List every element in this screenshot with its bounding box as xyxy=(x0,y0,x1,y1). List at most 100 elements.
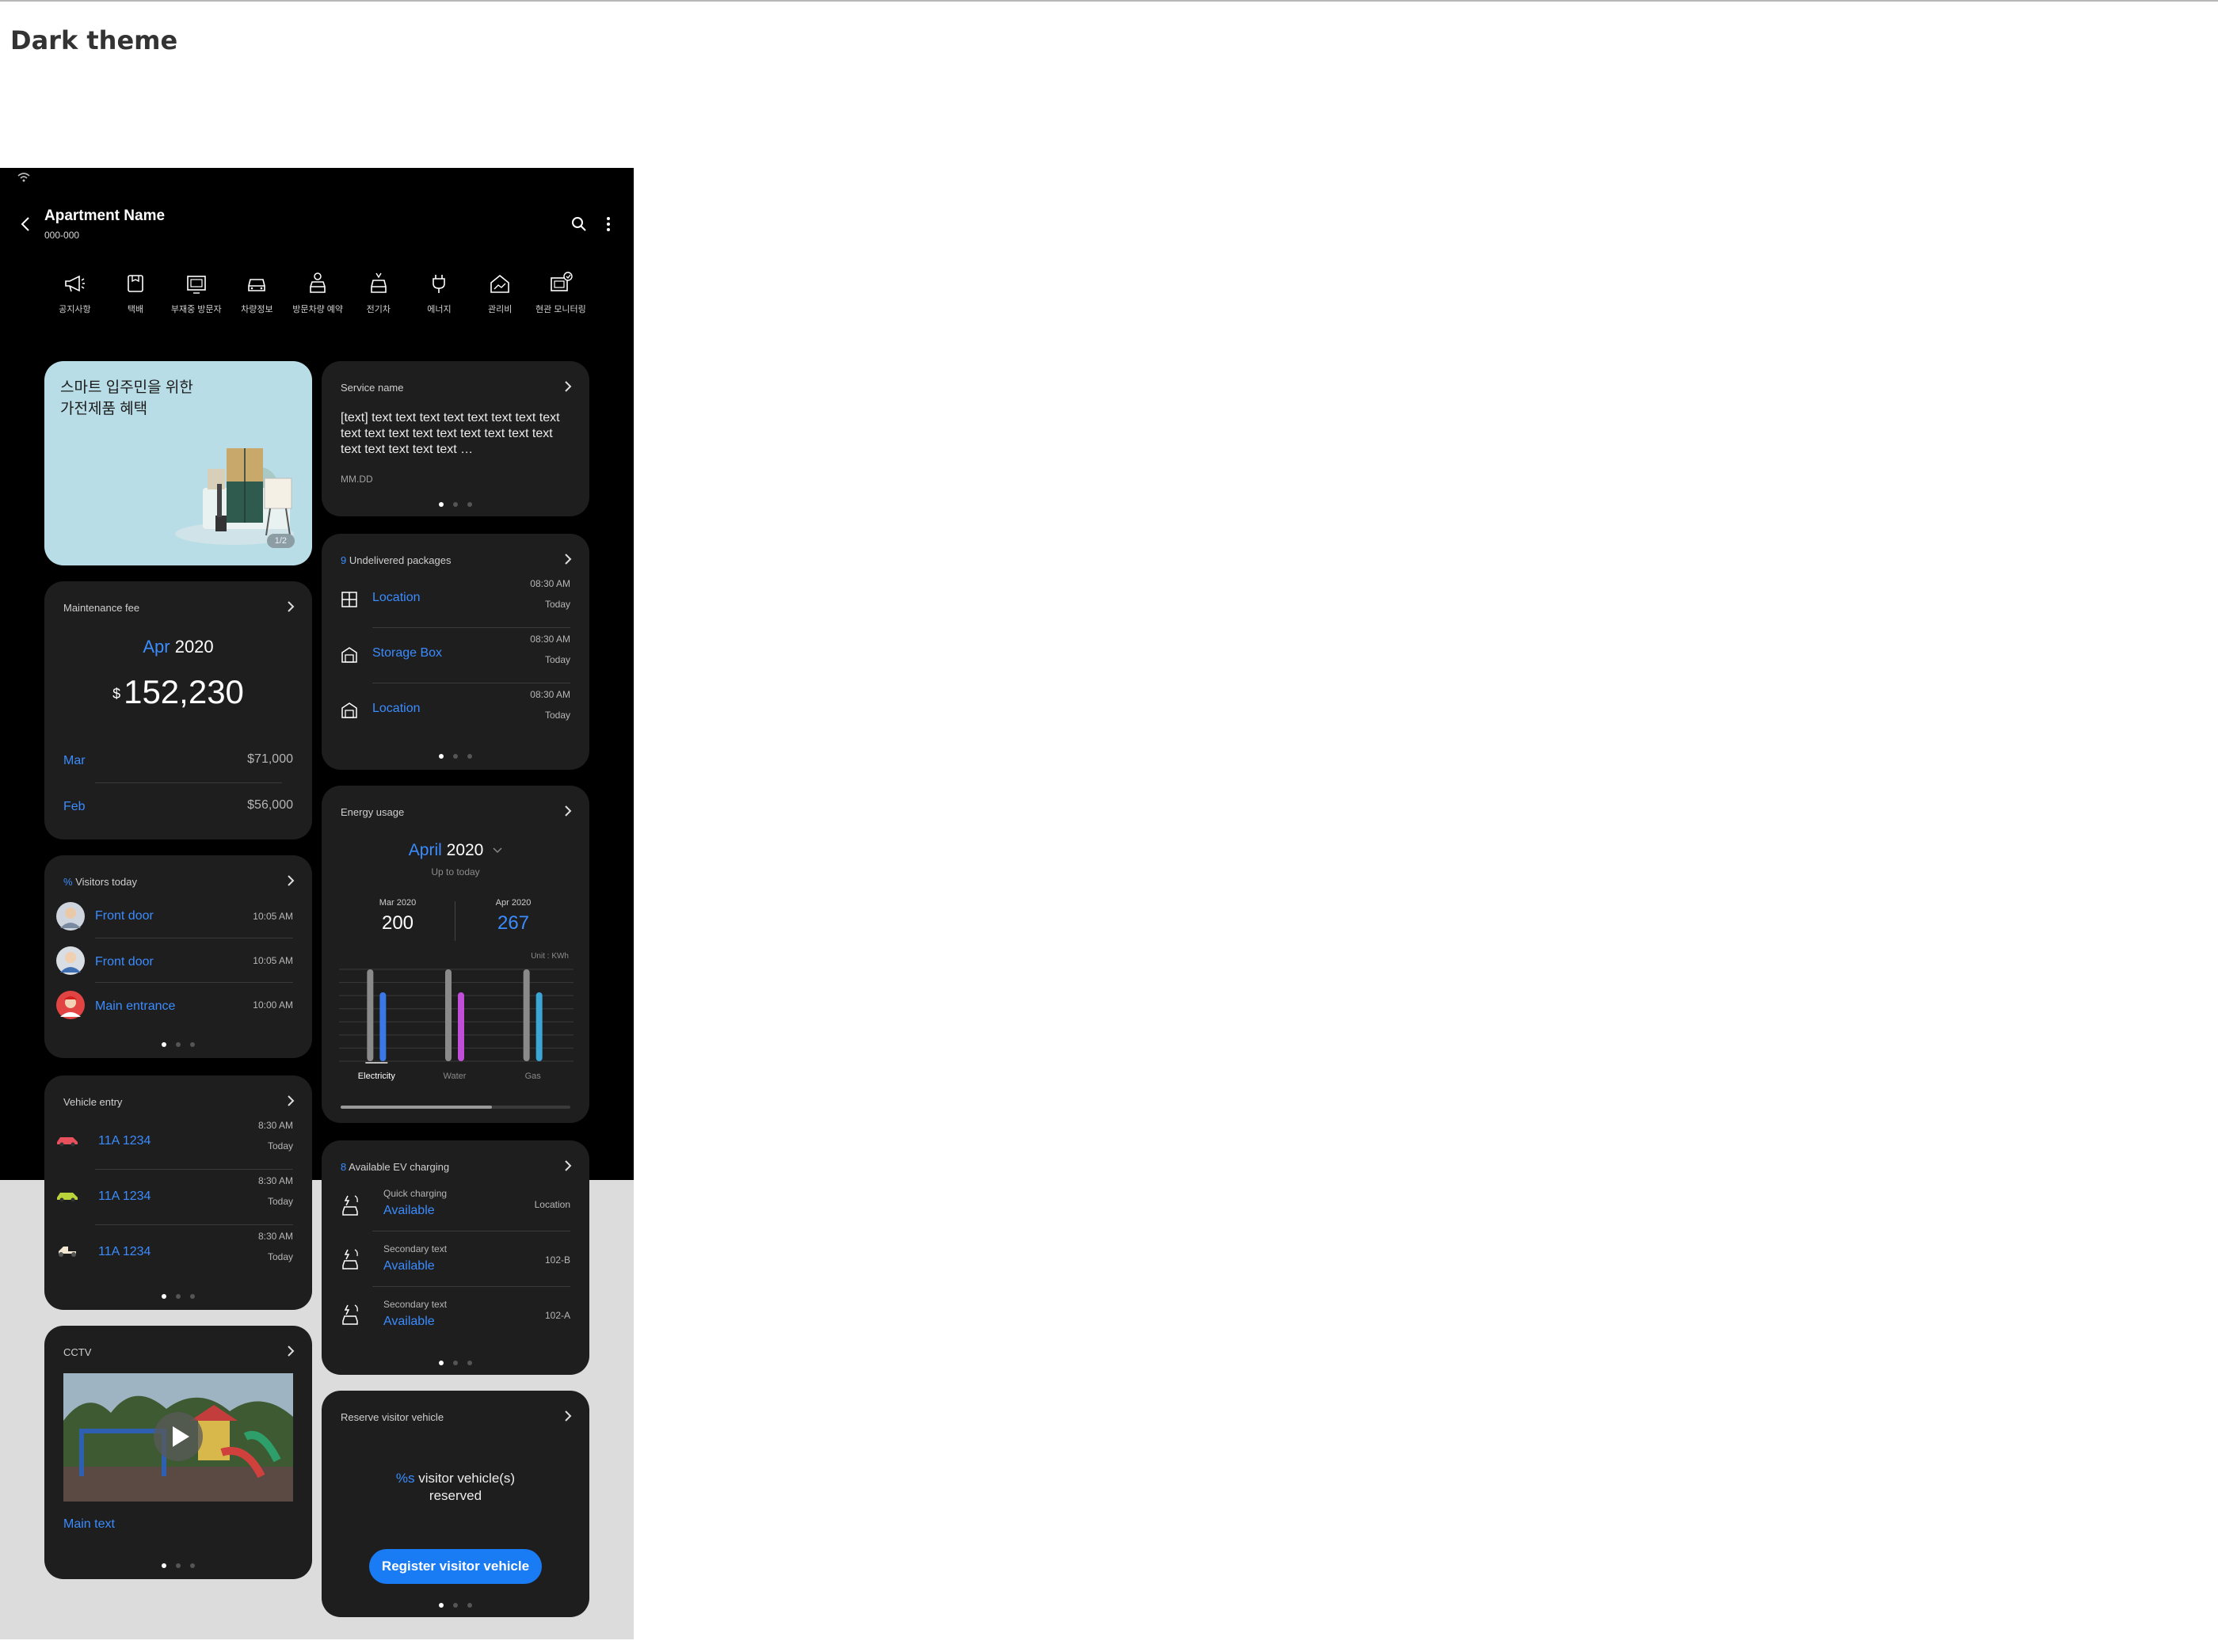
list-item[interactable]: 11A 1234 8:30 AM Today xyxy=(55,1170,301,1223)
divider xyxy=(95,1169,293,1170)
list-item[interactable]: Secondary text Available 102-B xyxy=(333,1234,578,1286)
quick-package[interactable]: 택배 xyxy=(105,271,166,326)
x-tick-label[interactable]: Gas xyxy=(525,1072,542,1081)
register-visitor-button[interactable]: Register visitor vehicle xyxy=(369,1549,542,1584)
car-icon xyxy=(57,1137,78,1147)
day: Today xyxy=(544,654,570,665)
time: 08:30 AM xyxy=(530,689,570,700)
energy-month-selector[interactable]: April 2020 xyxy=(322,841,589,860)
packages-card[interactable]: 9 Undelivered packages Location 08:30 AM… xyxy=(322,534,589,770)
package-location: Location xyxy=(372,702,421,715)
card-title: Reserve visitor vehicle xyxy=(341,1411,444,1423)
history-month: Feb xyxy=(63,800,86,813)
quick-missed-visitors[interactable]: 부재중 방문자 xyxy=(166,271,227,326)
bar-current-electricity xyxy=(379,992,387,1061)
chevron-right-icon xyxy=(565,381,572,392)
scooter-icon xyxy=(59,1247,76,1257)
cctv-card[interactable]: CCTV Main text xyxy=(44,1326,312,1579)
more-options-icon[interactable] xyxy=(605,215,612,233)
package-icon xyxy=(128,275,143,292)
vehicle-plate: 11A 1234 xyxy=(98,1245,151,1258)
energy-prev: Mar 2020 200 xyxy=(350,898,445,934)
list-item[interactable]: 11A 1234 8:30 AM Today xyxy=(55,1115,301,1167)
ev-charger-icon xyxy=(342,1304,358,1325)
ev-title: Available EV charging xyxy=(349,1161,450,1173)
time: 8:30 AM xyxy=(257,1231,293,1242)
quick-vehicle-info[interactable]: 차량정보 xyxy=(227,271,288,326)
prev-label: Mar 2020 xyxy=(379,898,417,908)
chart-scrollbar[interactable] xyxy=(341,1106,570,1109)
search-icon[interactable] xyxy=(570,215,588,233)
time: 08:30 AM xyxy=(530,578,570,589)
ev-car-icon xyxy=(370,272,387,293)
quick-notice[interactable]: 공지사항 xyxy=(44,271,105,326)
ev-status: Available xyxy=(383,1259,435,1273)
card-title: Vehicle entry xyxy=(63,1096,123,1108)
car-icon xyxy=(57,1193,78,1202)
avatar xyxy=(56,902,85,931)
back-icon[interactable] xyxy=(17,215,35,233)
quick-label: 에너지 xyxy=(427,305,452,314)
x-tick-label[interactable]: Electricity xyxy=(358,1072,396,1081)
quick-door-monitoring[interactable]: 현관 모니터링 xyxy=(531,271,592,326)
page-indicator xyxy=(322,754,589,759)
packages-title: Undelivered packages xyxy=(349,554,452,566)
history-amount: $71,000 xyxy=(247,752,293,766)
cur-label: Apr 2020 xyxy=(495,898,532,908)
list-item[interactable]: Front door 10:05 AM xyxy=(55,941,301,980)
energy-card[interactable]: Energy usage April 2020 Up to today Mar … xyxy=(322,786,589,1123)
service-card[interactable]: Service name [text] text text text text … xyxy=(322,361,589,516)
avatar xyxy=(56,946,85,975)
promo-text: 스마트 입주민을 위한 가전제품 혜택 xyxy=(60,377,193,420)
top-border xyxy=(0,0,2218,2)
promo-line-1: 스마트 입주민을 위한 xyxy=(60,379,193,396)
ev-primary: Secondary text xyxy=(383,1299,448,1310)
chart-scrollbar-thumb[interactable] xyxy=(341,1106,493,1109)
bar-previous-gas xyxy=(523,969,530,1061)
play-icon[interactable] xyxy=(153,1411,204,1462)
package-time: 08:30 AM Today xyxy=(530,629,570,670)
quick-ev[interactable]: 전기차 xyxy=(348,271,409,326)
visitor-time: 10:00 AM xyxy=(253,999,293,1011)
bar-current-water xyxy=(458,992,464,1061)
chevron-right-icon xyxy=(288,875,295,886)
quick-maintenance-fee[interactable]: 관리비 xyxy=(470,271,531,326)
fee-month: Apr 2020 xyxy=(44,637,312,657)
visitor-count: % xyxy=(63,876,73,888)
list-item[interactable]: Quick charging Available Location xyxy=(333,1180,578,1232)
quick-label: 관리비 xyxy=(487,305,513,314)
quick-energy[interactable]: 에너지 xyxy=(409,271,470,326)
visitors-card[interactable]: % Visitors today Front door 10:05 AM Fro… xyxy=(44,855,312,1058)
day: Today xyxy=(267,1140,293,1151)
list-item[interactable]: Secondary text Available 102-A xyxy=(333,1289,578,1342)
plug-icon xyxy=(433,275,446,293)
ev-charging-card[interactable]: 8 Available EV charging Quick charging A… xyxy=(322,1140,589,1375)
quick-visitor-reservation[interactable]: 방문차량 예약 xyxy=(288,271,349,326)
ev-primary: Quick charging xyxy=(383,1188,448,1199)
avatar xyxy=(56,991,85,1019)
reserve-line-2: reserved xyxy=(429,1488,482,1503)
list-item[interactable]: 11A 1234 8:30 AM Today xyxy=(55,1226,301,1278)
vehicle-entry-card[interactable]: Vehicle entry 11A 1234 8:30 AM Today 11A … xyxy=(44,1075,312,1310)
list-item[interactable]: Storage Box 08:30 AM Today xyxy=(333,629,578,681)
quick-menu: 공지사항 택배 부재중 방문자 차량정보 방문차량 예약 전기차 에너지 관리비… xyxy=(44,271,599,326)
card-title: Service name xyxy=(341,382,404,394)
promo-card[interactable]: 스마트 입주민을 위한 가전제품 혜택 1/2 xyxy=(44,361,312,565)
reserve-visitor-card[interactable]: Reserve visitor vehicle %s visitor vehic… xyxy=(322,1391,589,1617)
ev-primary: Secondary text xyxy=(383,1243,448,1254)
history-amount: $56,000 xyxy=(247,798,293,812)
list-item[interactable]: Main entrance 10:00 AM xyxy=(55,985,301,1025)
fee-month-name: Apr xyxy=(143,637,170,657)
page-indicator xyxy=(322,502,589,507)
list-item[interactable]: Location 08:30 AM Today xyxy=(333,573,578,626)
maintenance-fee-card[interactable]: Maintenance fee Apr 2020 $152,230 Mar $7… xyxy=(44,581,312,839)
energy-current: Apr 2020 267 xyxy=(466,898,561,934)
vehicle-plate: 11A 1234 xyxy=(98,1190,151,1203)
energy-unit: Unit : KWh xyxy=(531,952,569,961)
x-tick-label[interactable]: Water xyxy=(444,1072,467,1081)
history-month: Mar xyxy=(63,754,86,767)
list-item[interactable]: Front door 10:05 AM xyxy=(55,896,301,936)
page-indicator xyxy=(44,1563,312,1568)
storage-box-icon xyxy=(341,702,357,718)
list-item[interactable]: Location 08:30 AM Today xyxy=(333,684,578,737)
